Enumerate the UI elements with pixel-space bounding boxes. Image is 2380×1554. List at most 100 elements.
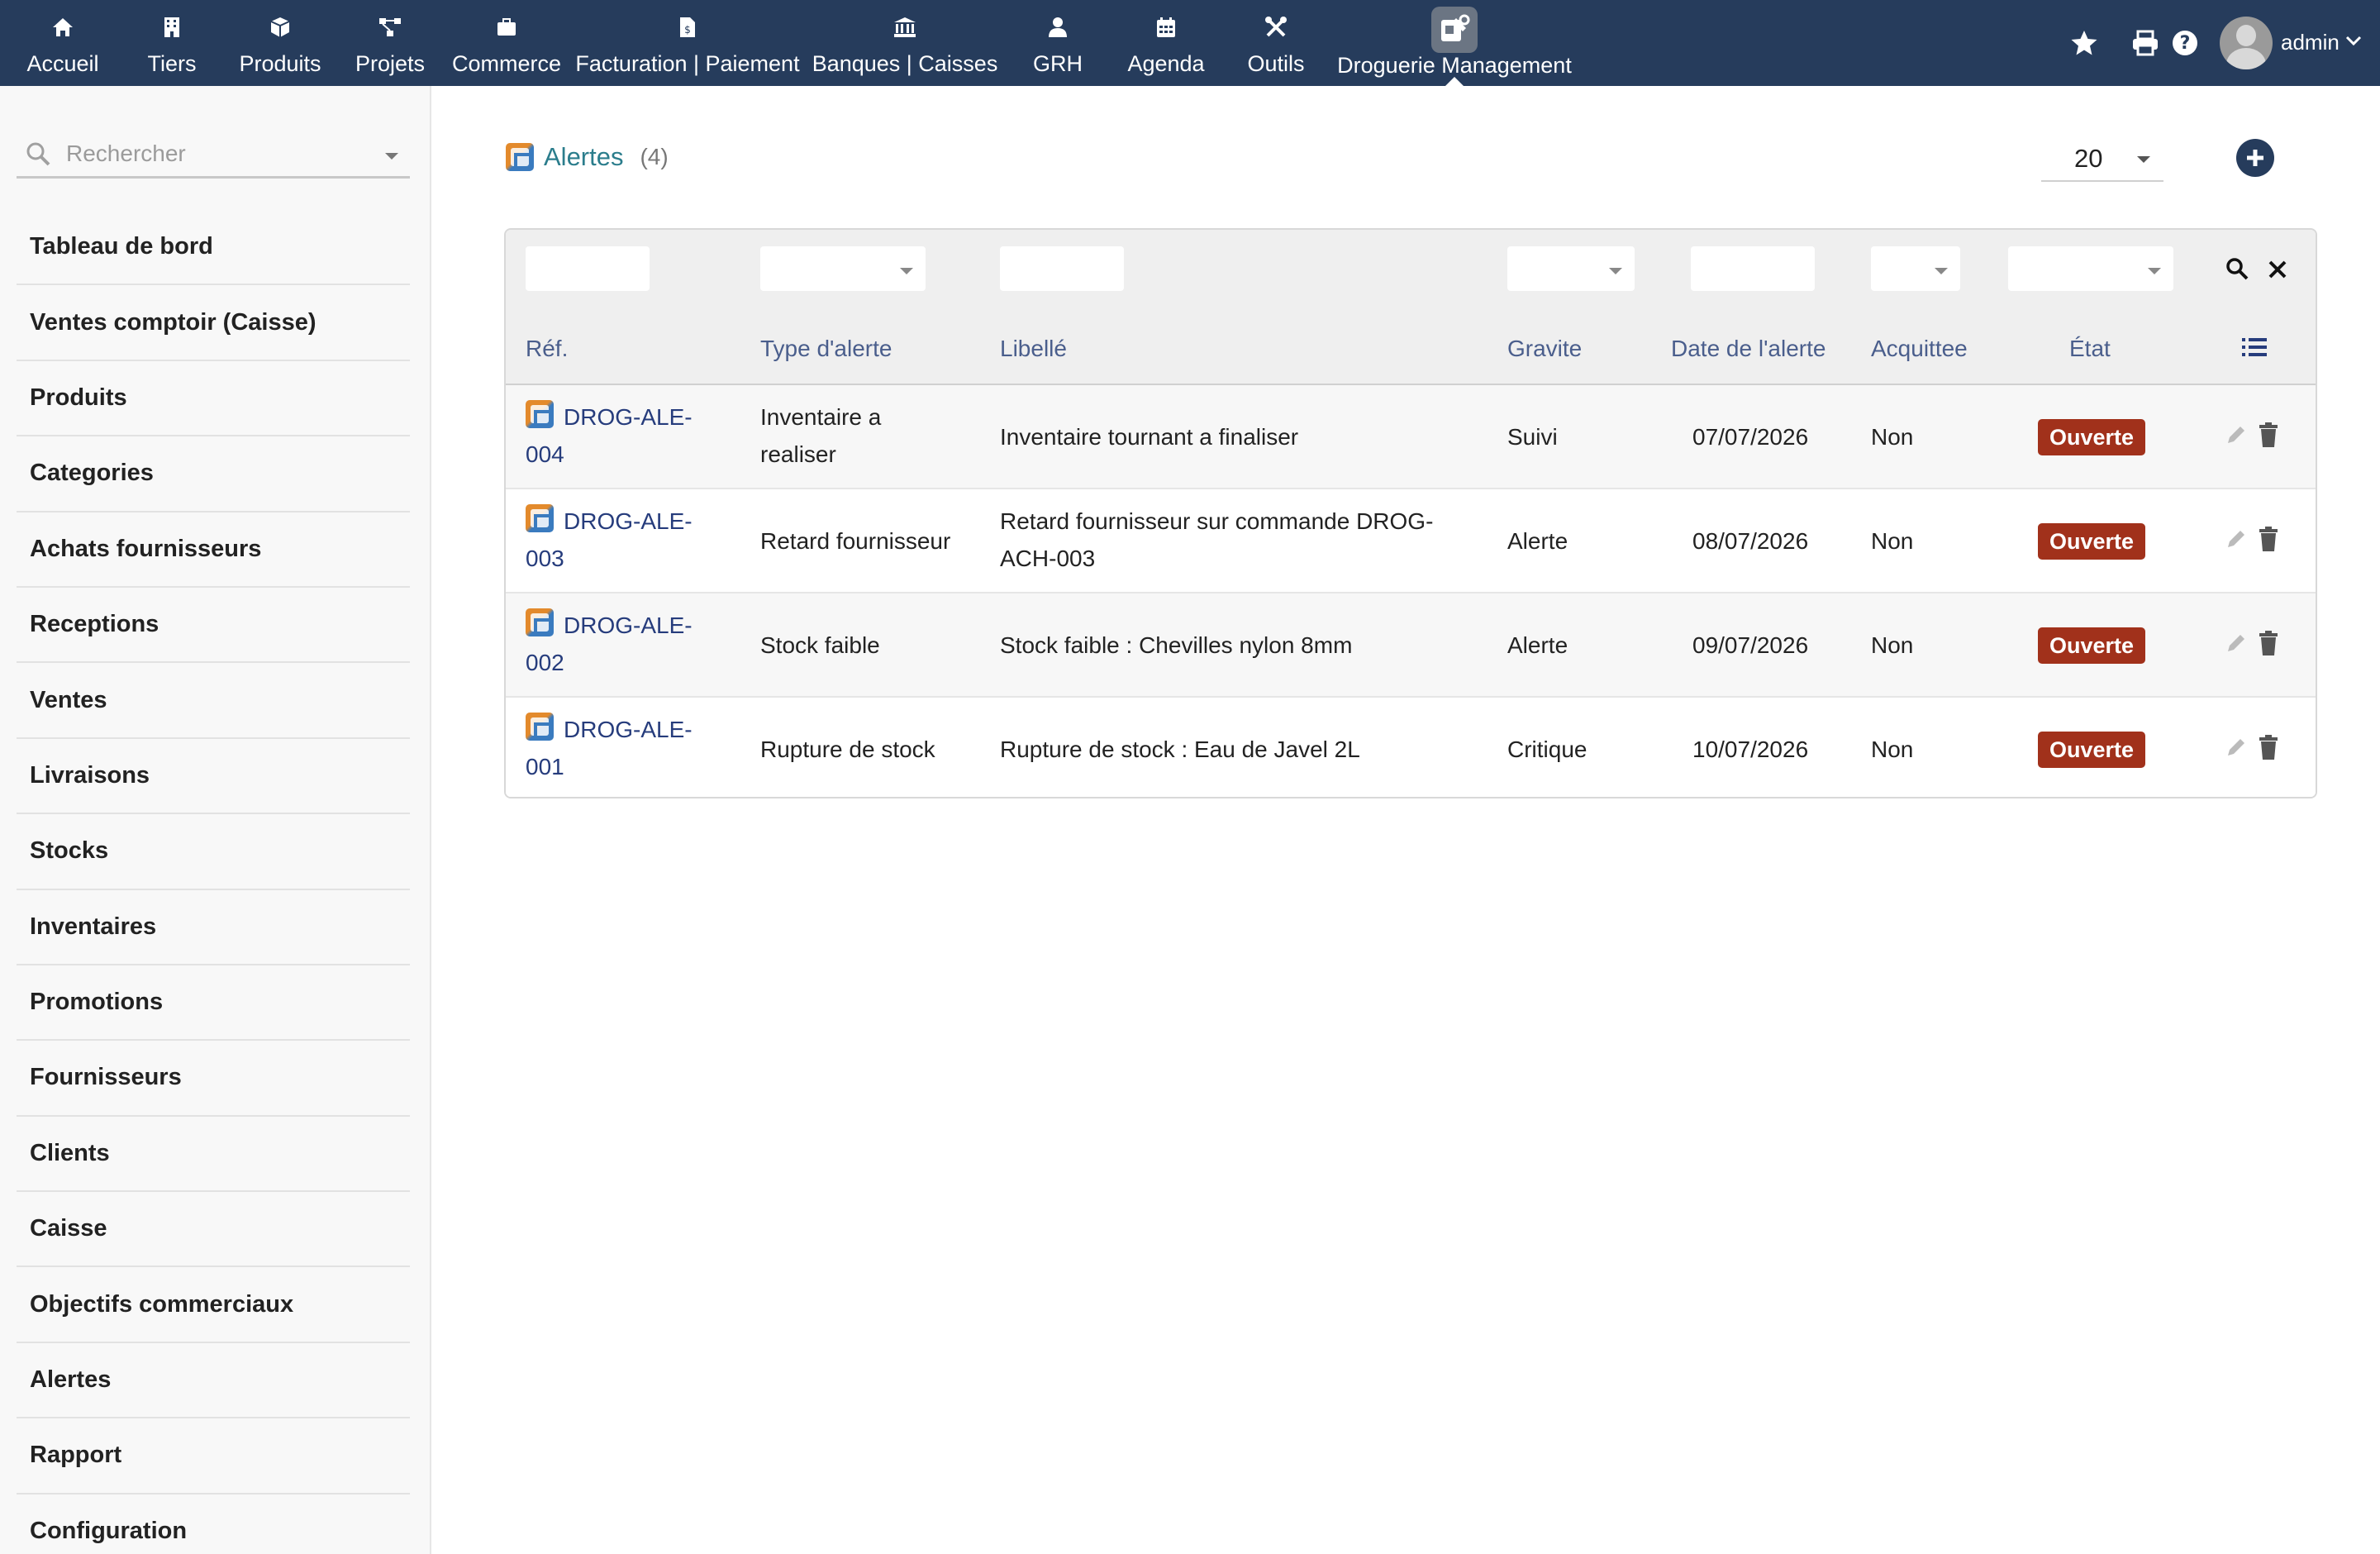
edit-icon[interactable]: [2225, 736, 2248, 763]
acquittee-cell: Non: [1871, 632, 1914, 658]
sidebar-item-livraisons[interactable]: Livraisons: [17, 739, 410, 815]
page-size-value[interactable]: 20: [2074, 144, 2102, 174]
user-avatar[interactable]: [2220, 17, 2273, 69]
col-acquittee[interactable]: Acquittee: [1871, 336, 1968, 362]
add-alert-button[interactable]: [2236, 139, 2274, 177]
status-badge: Ouverte: [2038, 627, 2146, 664]
trash-icon[interactable]: [2258, 734, 2279, 765]
nav-projets[interactable]: Projets: [350, 0, 430, 86]
sidebar-item-categories[interactable]: Categories: [17, 436, 410, 512]
filter-date-input[interactable]: [1691, 246, 1815, 291]
date-cell: 10/07/2026: [1692, 736, 1809, 762]
sidebar: Rechercher Tableau de bord Ventes compto…: [0, 86, 431, 1554]
active-tab-indicator: [1445, 77, 1464, 86]
col-ref[interactable]: Réf.: [526, 336, 568, 362]
sidebar-item-achats-fournisseurs[interactable]: Achats fournisseurs: [17, 512, 410, 588]
acquittee-cell: Non: [1871, 736, 1914, 762]
chevron-down-icon[interactable]: [2345, 35, 2362, 50]
help-icon[interactable]: ?: [2170, 28, 2200, 58]
edit-icon[interactable]: [2225, 527, 2248, 555]
print-icon[interactable]: [2130, 28, 2160, 58]
column-list-icon[interactable]: [2241, 336, 2268, 363]
ref-link[interactable]: DROG-ALE- 001: [526, 711, 724, 785]
filter-libelle-input[interactable]: [1000, 246, 1124, 291]
trash-icon[interactable]: [2258, 526, 2279, 556]
invoice-icon: $: [675, 15, 700, 40]
col-date[interactable]: Date de l'alerte: [1671, 336, 1825, 362]
date-cell: 09/07/2026: [1692, 632, 1809, 658]
alert-module-icon: [526, 400, 554, 428]
page-title: Alertes (4): [506, 142, 669, 172]
nav-commerce[interactable]: Commerce: [452, 0, 561, 86]
sidebar-item-stocks[interactable]: Stocks: [17, 814, 410, 890]
sidebar-item-tableau-de-bord[interactable]: Tableau de bord: [17, 210, 410, 286]
svg-text:?: ?: [2180, 33, 2191, 54]
caret-down-icon: [1608, 265, 1623, 279]
nav-tiers[interactable]: Tiers: [139, 0, 205, 86]
top-navigation-bar: Accueil Tiers Produits Projets Commerce …: [0, 0, 2380, 86]
project-icon: [378, 15, 402, 40]
page-size-select[interactable]: 20: [2041, 136, 2163, 182]
caret-down-icon: [899, 265, 914, 279]
sidebar-item-clients[interactable]: Clients: [17, 1117, 410, 1193]
sidebar-item-ventes-comptoir[interactable]: Ventes comptoir (Caisse): [17, 285, 410, 361]
col-gravite[interactable]: Gravite: [1507, 336, 1582, 362]
sidebar-item-produits[interactable]: Produits: [17, 361, 410, 437]
sidebar-item-rapport[interactable]: Rapport: [17, 1418, 410, 1494]
gravite-cell: Alerte: [1507, 528, 1568, 554]
nav-accueil[interactable]: Accueil: [20, 0, 106, 86]
search-placeholder[interactable]: Rechercher: [66, 141, 186, 167]
col-etat[interactable]: État: [2069, 336, 2111, 362]
date-cell: 07/07/2026: [1692, 424, 1809, 450]
filter-acquittee-select[interactable]: [1871, 246, 1960, 291]
filter-type-select[interactable]: [760, 246, 926, 291]
sidebar-item-alertes[interactable]: Alertes: [17, 1343, 410, 1419]
status-badge: Ouverte: [2038, 732, 2146, 768]
nav-agenda[interactable]: Agenda: [1127, 0, 1205, 86]
bookmark-star-icon[interactable]: [2069, 28, 2099, 58]
caret-down-icon: [2147, 265, 2162, 279]
type-cell: Inventaire a realiser: [760, 404, 882, 467]
libelle-cell: Stock faible : Chevilles nylon 8mm: [1000, 632, 1353, 658]
table-row: DROG-ALE- 001 Rupture de stock Rupture de…: [506, 698, 2316, 797]
sidebar-item-promotions[interactable]: Promotions: [17, 965, 410, 1042]
nav-outils[interactable]: Outils: [1241, 0, 1311, 86]
edit-icon[interactable]: [2225, 423, 2248, 450]
sidebar-item-inventaires[interactable]: Inventaires: [17, 890, 410, 965]
sidebar-item-ventes[interactable]: Ventes: [17, 663, 410, 739]
ref-link[interactable]: DROG-ALE- 004: [526, 398, 724, 473]
ref-link[interactable]: DROG-ALE- 002: [526, 607, 724, 681]
caret-down-icon[interactable]: [2135, 154, 2152, 169]
sidebar-item-objectifs-commerciaux[interactable]: Objectifs commerciaux: [17, 1267, 410, 1343]
status-badge: Ouverte: [2038, 523, 2146, 560]
sidebar-item-configuration[interactable]: Configuration: [17, 1494, 410, 1554]
sidebar-item-fournisseurs[interactable]: Fournisseurs: [17, 1041, 410, 1117]
search-icon[interactable]: [2225, 256, 2249, 285]
bank-icon: [892, 15, 917, 40]
edit-icon[interactable]: [2225, 632, 2248, 659]
sidebar-item-caisse[interactable]: Caisse: [17, 1192, 410, 1268]
nav-facturation-paiement[interactable]: $ Facturation | Paiement: [575, 0, 800, 86]
sidebar-item-receptions[interactable]: Receptions: [17, 588, 410, 664]
col-libelle[interactable]: Libellé: [1000, 336, 1067, 362]
nav-banques-caisses[interactable]: Banques | Caisses: [812, 0, 997, 86]
ref-link[interactable]: DROG-ALE- 003: [526, 503, 724, 577]
user-name[interactable]: admin: [2281, 30, 2340, 55]
nav-produits[interactable]: Produits: [235, 0, 326, 86]
filter-gravite-select[interactable]: [1507, 246, 1635, 291]
type-cell: Rupture de stock: [760, 736, 935, 762]
col-type[interactable]: Type d'alerte: [760, 336, 892, 362]
trash-icon[interactable]: [2258, 422, 2279, 452]
caret-down-icon[interactable]: [383, 150, 400, 165]
cube-icon: [268, 15, 293, 40]
nav-grh[interactable]: GRH: [1028, 0, 1088, 86]
tools-icon: [1264, 15, 1288, 40]
filter-ref-input[interactable]: [526, 246, 650, 291]
clear-filter-icon[interactable]: [2266, 256, 2289, 285]
caret-down-icon: [1934, 265, 1949, 279]
sidebar-search[interactable]: Rechercher: [17, 131, 410, 179]
nav-droguerie-management[interactable]: Droguerie Management: [1337, 0, 1572, 86]
trash-icon[interactable]: [2258, 630, 2279, 660]
building-icon: [159, 15, 184, 40]
filter-etat-select[interactable]: [2008, 246, 2173, 291]
